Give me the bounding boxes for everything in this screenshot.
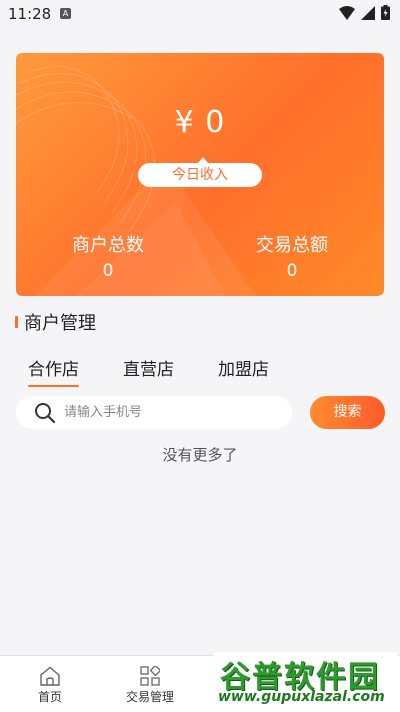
- home-icon: [40, 666, 60, 686]
- search-icon: [35, 402, 56, 423]
- status-bar: 11:28 A: [0, 0, 400, 28]
- tab-franchise-store[interactable]: 加盟店: [218, 355, 269, 387]
- search-box: [16, 396, 292, 429]
- merchant-total-label: 商户总数: [72, 235, 144, 256]
- nav-trade-label: 交易管理: [125, 690, 174, 704]
- wifi-icon: [339, 5, 355, 20]
- watermark-url: www.gupuxlazal.com: [218, 689, 385, 705]
- transaction-total-label: 交易总额: [256, 235, 328, 256]
- notification-badge: A: [60, 8, 71, 19]
- merchant-total: 商户总数 0: [16, 231, 200, 281]
- grid-icon: [140, 666, 160, 686]
- phone-search-input[interactable]: [62, 404, 286, 421]
- today-amount: ¥ 0: [174, 105, 226, 140]
- search-button[interactable]: 搜索: [310, 396, 385, 429]
- status-time: 11:28: [8, 5, 52, 23]
- summary-card: ¥ 0 今日收入 商户总数 0 交易总额 0: [16, 53, 384, 296]
- tab-direct-store[interactable]: 直营店: [123, 355, 174, 387]
- tab-partner-store[interactable]: 合作店: [28, 355, 79, 387]
- merchant-total-value: 0: [102, 261, 114, 281]
- section-title: 商户管理: [15, 309, 96, 335]
- section-title-text: 商户管理: [24, 313, 96, 334]
- battery-icon: [381, 5, 390, 20]
- nav-home[interactable]: 首页: [10, 666, 90, 705]
- no-more-text: 没有更多了: [162, 446, 238, 464]
- store-tabs: 合作店 直营店 加盟店: [28, 355, 313, 387]
- watermark: 谷普软件园 www.gupuxlazal.com: [214, 652, 398, 710]
- transaction-total-value: 0: [286, 261, 298, 281]
- signal-icon: [361, 5, 375, 20]
- nav-trade-management[interactable]: 交易管理: [110, 666, 190, 705]
- nav-home-label: 首页: [37, 690, 62, 704]
- today-income-badge: 今日收入: [138, 157, 262, 187]
- transaction-total: 交易总额 0: [200, 231, 384, 281]
- section-marker: [15, 316, 18, 328]
